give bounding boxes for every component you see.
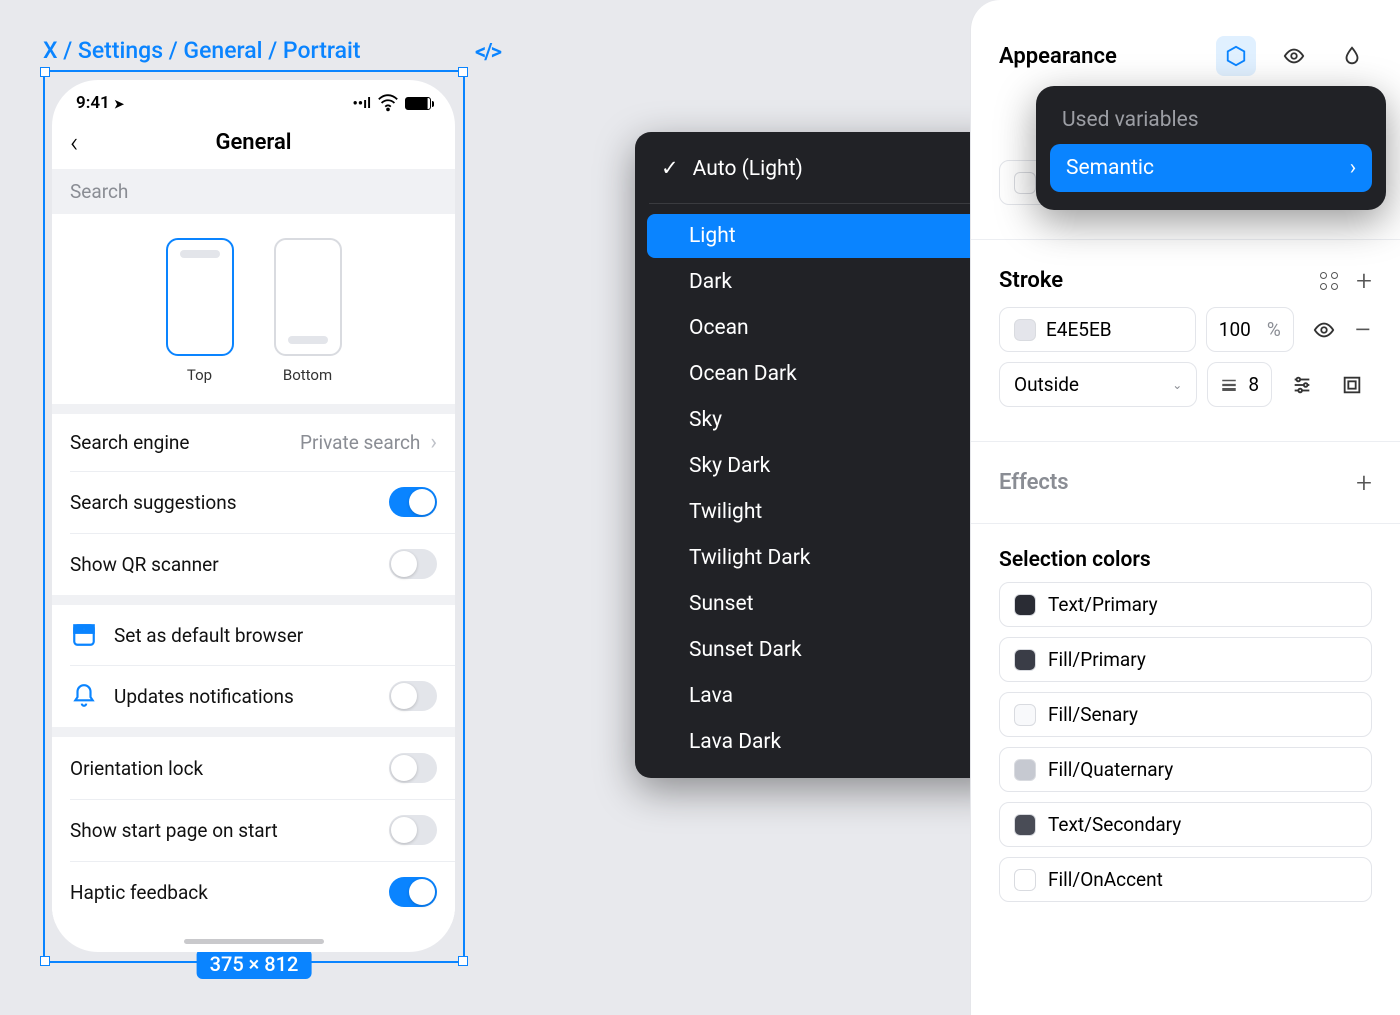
color-swatch[interactable] <box>1014 869 1036 891</box>
stroke-settings-icon[interactable] <box>1282 365 1322 405</box>
toggle[interactable] <box>389 549 437 579</box>
search-input[interactable]: Search <box>52 169 455 214</box>
theme-option[interactable]: Sunset Dark <box>647 628 999 672</box>
stroke-advanced-icon[interactable] <box>1332 365 1372 405</box>
signal-icon: ••ıl <box>352 94 371 112</box>
stroke-opacity-field[interactable]: 100% <box>1206 307 1294 352</box>
thumb-bottom[interactable]: Bottom <box>274 238 342 384</box>
theme-option[interactable]: Sky Dark <box>647 444 999 488</box>
thumb-top-label: Top <box>187 366 212 384</box>
wifi-icon <box>377 92 399 114</box>
effects-section: Effects + <box>971 450 1400 515</box>
eye-icon[interactable] <box>1274 36 1314 76</box>
page-title: General <box>215 130 291 155</box>
row-updates[interactable]: Updates notifications <box>52 665 455 727</box>
nav-header: ‹ General <box>52 118 455 167</box>
dev-mode-icon[interactable]: </> <box>475 40 500 65</box>
theme-dropdown[interactable]: Auto (Light) LightDarkOceanOcean DarkSky… <box>635 132 1011 778</box>
add-effect-button[interactable]: + <box>1356 466 1372 499</box>
dimension-badge: 375 × 812 <box>197 949 312 979</box>
selection-colors-title: Selection colors <box>999 548 1151 572</box>
row-default-browser[interactable]: Set as default browser <box>52 605 455 665</box>
selection-color-pill[interactable]: Fill/Quaternary <box>999 747 1372 792</box>
theme-option[interactable]: Twilight Dark <box>647 536 999 580</box>
color-swatch[interactable] <box>1014 814 1036 836</box>
stroke-title: Stroke <box>999 268 1063 293</box>
color-swatch[interactable] <box>1014 319 1036 341</box>
styles-icon[interactable] <box>1320 272 1338 290</box>
selection-color-pill[interactable]: Text/Primary <box>999 582 1372 627</box>
row-value: Private search <box>300 430 437 455</box>
eye-icon[interactable] <box>1304 310 1344 350</box>
effects-title: Effects <box>999 470 1069 495</box>
theme-dropdown-header[interactable]: Auto (Light) <box>635 144 1011 193</box>
row-start-page[interactable]: Show start page on start <box>52 799 455 861</box>
selection-color-pill[interactable]: Fill/OnAccent <box>999 857 1372 902</box>
theme-option[interactable]: Sky <box>647 398 999 442</box>
theme-option[interactable]: Ocean Dark <box>647 352 999 396</box>
home-indicator <box>184 939 324 944</box>
layout-thumbs: Top Bottom <box>52 214 455 404</box>
stroke-position-select[interactable]: Outside ⌄ <box>999 362 1197 407</box>
inspector-panel: Appearance + Layer/Fl <box>970 0 1400 1015</box>
row-search-suggestions[interactable]: Search suggestions <box>52 471 455 533</box>
selection-color-pill[interactable]: Fill/Primary <box>999 637 1372 682</box>
toggle[interactable] <box>389 681 437 711</box>
theme-option[interactable]: Ocean <box>647 306 999 350</box>
blend-icon[interactable] <box>1332 36 1372 76</box>
bell-icon <box>70 682 98 710</box>
stroke-section: Stroke + E4E5EB 100% − Outside ⌄ <box>971 248 1400 433</box>
variables-icon[interactable] <box>1216 36 1256 76</box>
row-haptic[interactable]: Haptic feedback <box>52 861 455 923</box>
popover-title: Used variables <box>1050 104 1372 144</box>
color-swatch[interactable] <box>1014 172 1036 194</box>
selection-color-pill[interactable]: Text/Secondary <box>999 802 1372 847</box>
thumb-bottom-label: Bottom <box>283 366 332 384</box>
variable-item-semantic[interactable]: Semantic <box>1050 144 1372 192</box>
row-orientation[interactable]: Orientation lock <box>52 737 455 799</box>
back-button[interactable]: ‹ <box>70 126 78 159</box>
color-swatch[interactable] <box>1014 759 1036 781</box>
selection-color-pill[interactable]: Fill/Senary <box>999 692 1372 737</box>
toggle[interactable] <box>389 487 437 517</box>
resize-handle-tl[interactable] <box>40 67 50 77</box>
status-time: 9:41 ➤ <box>76 93 124 113</box>
toggle[interactable] <box>389 753 437 783</box>
stroke-color-field[interactable]: E4E5EB <box>999 307 1196 352</box>
stroke-width-field[interactable]: 8 <box>1207 362 1272 407</box>
toggle[interactable] <box>389 877 437 907</box>
appearance-title: Appearance <box>999 44 1117 69</box>
color-swatch[interactable] <box>1014 704 1036 726</box>
theme-option[interactable]: Sunset <box>647 582 999 626</box>
browser-icon <box>70 621 98 649</box>
row-show-qr[interactable]: Show QR scanner <box>52 533 455 595</box>
resize-handle-br[interactable] <box>458 956 468 966</box>
status-bar: 9:41 ➤ ••ıl <box>52 80 455 118</box>
check-icon <box>661 156 679 181</box>
add-stroke-button[interactable]: + <box>1356 264 1372 297</box>
theme-option[interactable]: Twilight <box>647 490 999 534</box>
thumb-top[interactable]: Top <box>166 238 234 384</box>
row-search-engine[interactable]: Search engine Private search <box>52 414 455 471</box>
resize-handle-bl[interactable] <box>40 956 50 966</box>
color-swatch[interactable] <box>1014 594 1036 616</box>
phone-mockup: 9:41 ➤ ••ıl ‹ General Search Top Bottom <box>52 80 455 952</box>
breadcrumb[interactable]: X / Settings / General / Portrait <box>43 37 361 64</box>
used-variables-popover[interactable]: Used variables Semantic <box>1036 86 1386 210</box>
theme-option[interactable]: Dark <box>647 260 999 304</box>
color-swatch[interactable] <box>1014 649 1036 671</box>
appearance-section: Appearance <box>971 20 1400 92</box>
theme-option[interactable]: Light <box>647 214 999 258</box>
toggle[interactable] <box>389 815 437 845</box>
selection-colors-section: Selection colors Text/Primary Fill/Primar… <box>971 532 1400 928</box>
resize-handle-tr[interactable] <box>458 67 468 77</box>
theme-option[interactable]: Lava Dark <box>647 720 999 764</box>
theme-option[interactable]: Lava <box>647 674 999 718</box>
battery-icon <box>405 97 431 110</box>
